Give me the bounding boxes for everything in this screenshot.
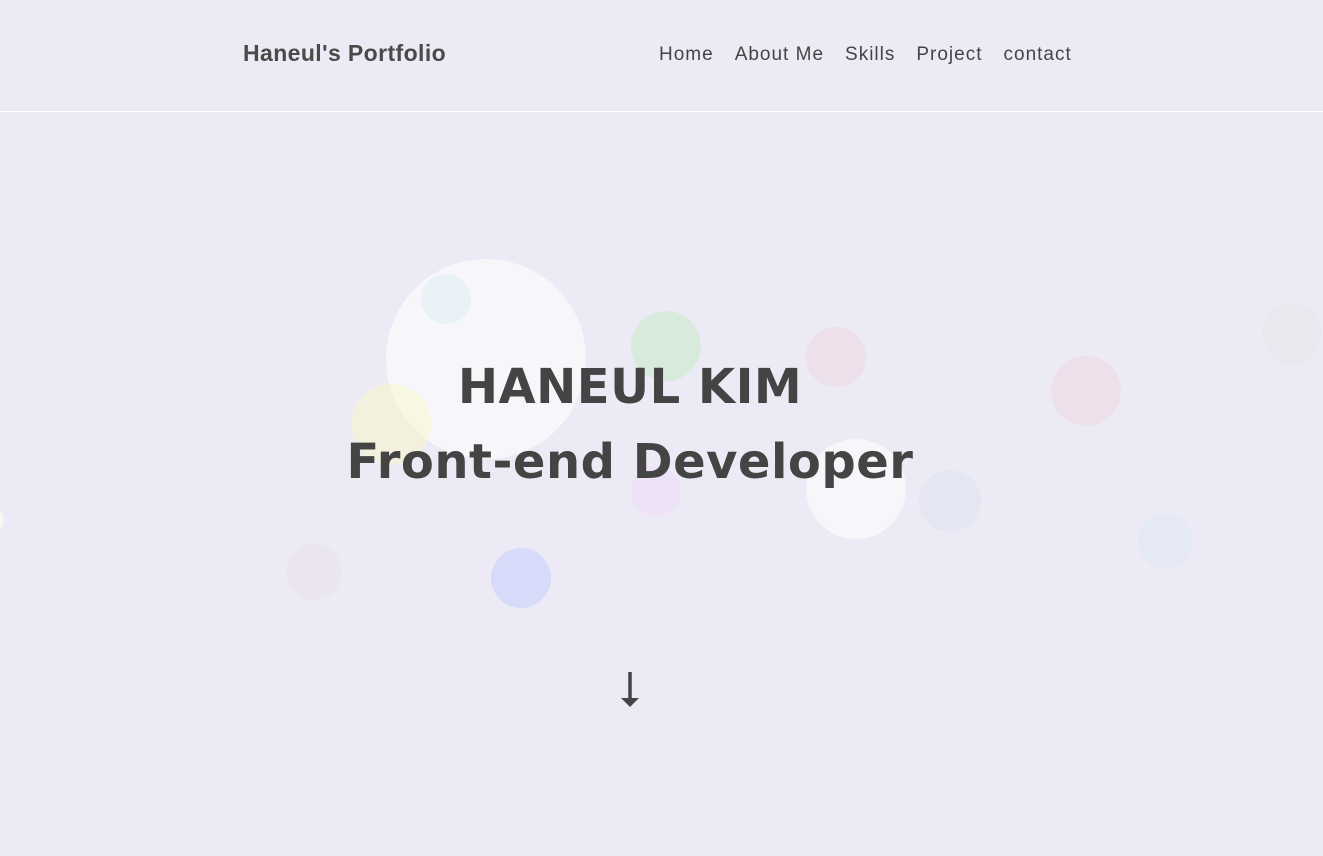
nav-item-about-me[interactable]: About Me xyxy=(735,44,824,66)
bubble-decoration xyxy=(286,544,342,600)
site-header: Haneul's Portfolio Home About Me Skills … xyxy=(0,0,1323,112)
main-nav: Home About Me Skills Project contact xyxy=(659,44,1072,66)
nav-item-skills[interactable]: Skills xyxy=(845,44,895,66)
arrow-down-icon[interactable] xyxy=(615,666,645,712)
bubble-decoration xyxy=(1262,304,1322,364)
bubble-decoration xyxy=(491,548,551,608)
hero-section: HANEUL KIM Front-end Developer xyxy=(0,356,1260,493)
bubble-decoration xyxy=(0,510,4,530)
bubble-decoration xyxy=(1138,514,1193,569)
nav-item-home[interactable]: Home xyxy=(659,44,714,66)
hero-role: Front-end Developer xyxy=(346,434,914,490)
hero-name: HANEUL KIM xyxy=(457,359,803,415)
nav-item-project[interactable]: Project xyxy=(916,44,982,66)
site-logo[interactable]: Haneul's Portfolio xyxy=(243,40,446,67)
bubble-decoration xyxy=(421,274,471,324)
nav-item-contact[interactable]: contact xyxy=(1004,44,1072,66)
